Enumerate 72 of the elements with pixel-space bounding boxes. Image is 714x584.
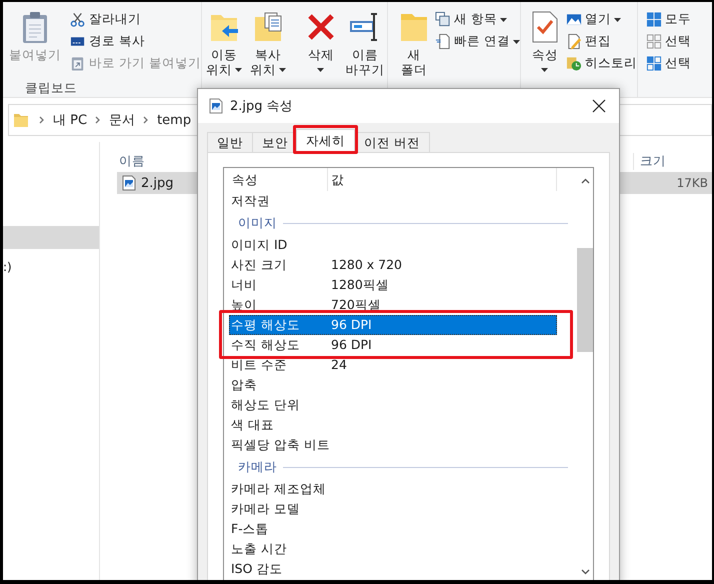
tab[interactable]: 자세히 xyxy=(296,129,355,153)
ribbon-button[interactable]: 빠른 연결 xyxy=(434,32,520,51)
caret-icon xyxy=(614,18,621,22)
pencil-document-icon xyxy=(566,33,582,50)
ribbon-button[interactable]: 이름 바꾸기 xyxy=(344,8,386,77)
grid-icon xyxy=(646,55,662,72)
ribbon-button[interactable]: 모두 xyxy=(646,10,691,29)
ribbon-button[interactable]: 선택 xyxy=(646,32,691,51)
ribbon-button[interactable]: 속성 xyxy=(524,8,565,77)
file-size: 17KB xyxy=(676,176,708,190)
property-row[interactable]: 사진 크기 1280 x 720 xyxy=(229,255,557,275)
grid-icon xyxy=(646,33,662,50)
breadcrumb[interactable]: 내 PC xyxy=(53,111,88,129)
property-row[interactable]: 노출 시간 xyxy=(229,539,557,559)
ribbon-button[interactable]: 이동 위치 xyxy=(202,8,245,77)
column-header[interactable]: 속성 xyxy=(229,168,328,191)
window-title: 2.jpg 속성 xyxy=(230,98,293,115)
history-icon xyxy=(566,55,582,72)
close-icon xyxy=(592,99,606,113)
property-row[interactable]: 수직 해상도 96 DPI xyxy=(229,335,557,355)
image-file-icon xyxy=(208,98,224,114)
folder-icon xyxy=(13,112,29,128)
property-row[interactable]: 비트 수준 24 xyxy=(229,355,557,375)
image-file-icon xyxy=(121,175,137,191)
group-label: 클립보드 xyxy=(24,80,78,96)
ribbon-button[interactable]: 삭제 xyxy=(300,8,342,77)
ribbon-button[interactable]: 선택 xyxy=(646,54,691,73)
column-header[interactable]: 크기 xyxy=(633,152,666,170)
ribbon-button[interactable]: 편집 xyxy=(566,32,637,51)
property-row[interactable]: 압축 xyxy=(229,375,557,395)
section-header: 카메라 xyxy=(238,458,277,476)
nav-item[interactable]: :) xyxy=(3,256,99,279)
new-item-icon xyxy=(434,11,451,28)
property-row[interactable]: 픽셀당 압축 비트 xyxy=(229,435,557,455)
file-name: 2.jpg xyxy=(141,176,174,190)
breadcrumb[interactable]: 문서 xyxy=(109,111,136,129)
property-row[interactable]: 색 대표 xyxy=(229,415,557,435)
ribbon-button[interactable]: 복사 위치 xyxy=(246,8,289,77)
ribbon-button[interactable]: 경로 복사 xyxy=(70,32,201,51)
tab[interactable]: 일반 xyxy=(207,132,253,153)
ribbon-button[interactable]: 새 항목 xyxy=(434,10,520,29)
property-row[interactable]: 이미지 ID xyxy=(229,235,557,255)
property-row[interactable]: F-스톱 xyxy=(229,519,557,539)
property-row[interactable]: 해상도 단위 xyxy=(229,395,557,415)
property-row[interactable]: 너비 1280픽셀 xyxy=(229,275,557,295)
ribbon-button[interactable]: 새 폴더 xyxy=(394,8,434,77)
property-row[interactable]: ISO 감도 xyxy=(229,559,557,579)
caret-icon xyxy=(512,40,520,44)
breadcrumb[interactable]: temp xyxy=(157,112,192,128)
grid-icon xyxy=(646,11,662,28)
chevron-icon xyxy=(143,116,150,124)
column-header[interactable]: 값 xyxy=(328,168,557,191)
column-header[interactable]: 이름 xyxy=(119,152,145,170)
scissors-icon xyxy=(70,11,86,28)
caret-icon xyxy=(317,68,324,72)
document-icon xyxy=(434,33,451,50)
property-row[interactable]: 수평 해상도 96 DPI xyxy=(229,315,557,335)
chevron-icon xyxy=(95,116,102,124)
property-row[interactable]: 저작권 xyxy=(229,191,557,211)
caret-icon xyxy=(541,68,548,72)
clipboard-icon xyxy=(70,55,86,72)
ribbon-button[interactable]: 잘라내기 xyxy=(70,10,201,29)
property-row[interactable]: 카메라 모델 xyxy=(229,499,557,519)
chevron-icon xyxy=(39,116,45,124)
caret-icon xyxy=(500,18,507,22)
caret-icon xyxy=(234,68,242,72)
section-header: 이미지 xyxy=(238,214,277,232)
caret-icon xyxy=(278,68,286,72)
nav-item[interactable] xyxy=(3,226,99,249)
ribbon-button[interactable]: 히스토리 xyxy=(566,54,637,73)
ribbon-button[interactable]: 열기 xyxy=(566,10,637,29)
property-row[interactable]: 카메라 제조업체 xyxy=(229,479,557,499)
